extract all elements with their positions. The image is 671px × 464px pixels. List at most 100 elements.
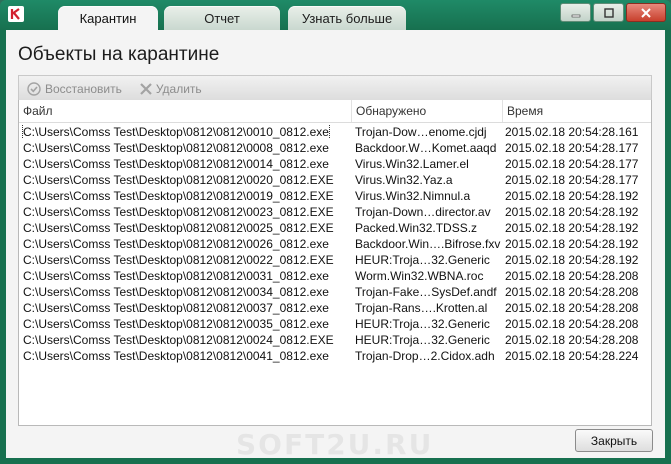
cell-file-path: C:\Users\Comss Test\Desktop\0812\0812\00… — [19, 269, 351, 283]
minimize-button[interactable] — [560, 3, 591, 22]
cell-time-text: 2015.02.18 20:54:28.208 — [505, 285, 639, 299]
table-row[interactable]: C:\Users\Comss Test\Desktop\0812\0812\00… — [19, 236, 651, 252]
tab-learn-more[interactable]: Узнать больше — [288, 6, 406, 30]
cell-detected: HEUR:Troja…32.Generic — [351, 253, 501, 267]
delete-button-label: Удалить — [155, 81, 202, 96]
cell-file-path: C:\Users\Comss Test\Desktop\0812\0812\00… — [19, 205, 351, 219]
table-row[interactable]: C:\Users\Comss Test\Desktop\0812\0812\00… — [19, 268, 651, 284]
column-header-time[interactable]: Время — [503, 100, 649, 122]
cell-file-path: C:\Users\Comss Test\Desktop\0812\0812\00… — [19, 221, 351, 235]
maximize-button[interactable] — [593, 3, 624, 22]
cell-detected: Backdoor.W…Komet.aaqd — [351, 141, 501, 155]
close-icon — [641, 7, 651, 18]
table-row[interactable]: C:\Users\Comss Test\Desktop\0812\0812\00… — [19, 316, 651, 332]
restore-button-label: Восстановить — [45, 81, 122, 96]
tab-quarantine[interactable]: Карантин — [58, 6, 158, 31]
cell-time-text: 2015.02.18 20:54:28.177 — [505, 173, 639, 187]
cell-time: 2015.02.18 20:54:28.192 — [501, 237, 647, 251]
cell-time: 2015.02.18 20:54:28.192 — [501, 253, 647, 267]
cell-detected: Worm.Win32.WBNA.roc — [351, 269, 501, 283]
column-header-detected[interactable]: Обнаружено — [352, 100, 503, 122]
minimize-icon — [571, 14, 580, 17]
cell-file-path: C:\Users\Comss Test\Desktop\0812\0812\00… — [19, 317, 351, 331]
cell-file-path-text: C:\Users\Comss Test\Desktop\0812\0812\00… — [23, 317, 329, 331]
kaspersky-logo-icon — [6, 4, 26, 24]
cell-file-path-text: C:\Users\Comss Test\Desktop\0812\0812\00… — [23, 189, 334, 203]
cell-time-text: 2015.02.18 20:54:28.208 — [505, 317, 639, 331]
table-row[interactable]: C:\Users\Comss Test\Desktop\0812\0812\00… — [19, 300, 651, 316]
window-controls — [560, 3, 666, 22]
cell-file-path: C:\Users\Comss Test\Desktop\0812\0812\00… — [19, 173, 351, 187]
cell-detected: HEUR:Troja…32.Generic — [351, 333, 501, 347]
cell-detected: HEUR:Troja…32.Generic — [351, 317, 501, 331]
cell-file-path-text: C:\Users\Comss Test\Desktop\0812\0812\00… — [23, 141, 329, 155]
cell-file-path-text: C:\Users\Comss Test\Desktop\0812\0812\00… — [23, 253, 334, 267]
cell-file-path-text: C:\Users\Comss Test\Desktop\0812\0812\00… — [23, 301, 329, 315]
cell-file-path: C:\Users\Comss Test\Desktop\0812\0812\00… — [19, 333, 351, 347]
cell-detected: Trojan-Dow…enome.cjdj — [351, 125, 501, 139]
delete-x-icon — [140, 82, 152, 95]
table-row[interactable]: C:\Users\Comss Test\Desktop\0812\0812\00… — [19, 172, 651, 188]
table-row[interactable]: C:\Users\Comss Test\Desktop\0812\0812\00… — [19, 252, 651, 268]
cell-detected-text: Backdoor.Win….Bifrose.fxv — [355, 237, 501, 251]
cell-time-text: 2015.02.18 20:54:28.208 — [505, 301, 639, 315]
cell-detected: Trojan-Rans….Krotten.al — [351, 301, 501, 315]
cell-detected: Virus.Win32.Lamer.el — [351, 157, 501, 171]
cell-detected-text: Virus.Win32.Lamer.el — [355, 157, 469, 171]
cell-time: 2015.02.18 20:54:28.208 — [501, 269, 647, 283]
cell-file-path-text: C:\Users\Comss Test\Desktop\0812\0812\00… — [23, 221, 334, 235]
cell-file-path-text: C:\Users\Comss Test\Desktop\0812\0812\00… — [23, 269, 329, 283]
cell-time: 2015.02.18 20:54:28.192 — [501, 221, 647, 235]
cell-time: 2015.02.18 20:54:28.192 — [501, 205, 647, 219]
close-window-button[interactable] — [626, 3, 666, 22]
table-row[interactable]: C:\Users\Comss Test\Desktop\0812\0812\00… — [19, 156, 651, 172]
cell-time-text: 2015.02.18 20:54:28.208 — [505, 333, 639, 347]
cell-file-path: C:\Users\Comss Test\Desktop\0812\0812\00… — [19, 349, 351, 363]
cell-file-path: C:\Users\Comss Test\Desktop\0812\0812\00… — [19, 301, 351, 315]
cell-file-path: C:\Users\Comss Test\Desktop\0812\0812\00… — [19, 141, 351, 155]
watermark: SOFT2U.RU — [236, 428, 434, 461]
delete-button[interactable]: Удалить — [140, 82, 202, 96]
cell-detected-text: Trojan-Drop…2.Cidox.adh — [355, 349, 495, 363]
cell-detected-text: HEUR:Troja…32.Generic — [355, 317, 490, 331]
tab-learn-more-label: Узнать больше — [301, 10, 393, 26]
table-row[interactable]: C:\Users\Comss Test\Desktop\0812\0812\00… — [19, 284, 651, 300]
table-row[interactable]: C:\Users\Comss Test\Desktop\0812\0812\00… — [19, 188, 651, 204]
cell-detected-text: Trojan-Down…director.av — [355, 205, 491, 219]
table-row[interactable]: C:\Users\Comss Test\Desktop\0812\0812\00… — [19, 348, 651, 364]
column-header-file[interactable]: Файл — [19, 100, 352, 122]
cell-file-path: C:\Users\Comss Test\Desktop\0812\0812\00… — [19, 253, 351, 267]
cell-file-path-text: C:\Users\Comss Test\Desktop\0812\0812\00… — [23, 157, 329, 171]
cell-detected: Trojan-Down…director.av — [351, 205, 501, 219]
table-row[interactable]: C:\Users\Comss Test\Desktop\0812\0812\00… — [19, 204, 651, 220]
cell-file-path-text: C:\Users\Comss Test\Desktop\0812\0812\00… — [22, 125, 330, 139]
cell-time: 2015.02.18 20:54:28.177 — [501, 157, 647, 171]
close-button[interactable]: Закрыть — [575, 429, 653, 452]
cell-file-path: C:\Users\Comss Test\Desktop\0812\0812\00… — [19, 157, 351, 171]
cell-time-text: 2015.02.18 20:54:28.177 — [505, 141, 639, 155]
cell-time: 2015.02.18 20:54:28.208 — [501, 333, 647, 347]
tab-quarantine-label: Карантин — [79, 11, 137, 26]
cell-time-text: 2015.02.18 20:54:28.224 — [505, 349, 639, 363]
cell-time-text: 2015.02.18 20:54:28.208 — [505, 269, 639, 283]
toolbar: Восстановить Удалить — [18, 75, 652, 102]
checkmark-circle-icon — [27, 81, 41, 96]
cell-time-text: 2015.02.18 20:54:28.192 — [505, 205, 639, 219]
table-row[interactable]: C:\Users\Comss Test\Desktop\0812\0812\00… — [19, 220, 651, 236]
table-row[interactable]: C:\Users\Comss Test\Desktop\0812\0812\00… — [19, 140, 651, 156]
cell-detected-text: Backdoor.W…Komet.aaqd — [355, 141, 497, 155]
cell-time-text: 2015.02.18 20:54:28.161 — [505, 125, 639, 139]
quarantine-panel: Объекты на карантине Восстановить Удалит… — [6, 30, 665, 461]
cell-file-path: C:\Users\Comss Test\Desktop\0812\0812\00… — [19, 237, 351, 251]
table-row[interactable]: C:\Users\Comss Test\Desktop\0812\0812\00… — [19, 124, 651, 140]
table-row[interactable]: C:\Users\Comss Test\Desktop\0812\0812\00… — [19, 332, 651, 348]
cell-detected-text: Virus.Win32.Nimnul.a — [355, 189, 471, 203]
cell-file-path: C:\Users\Comss Test\Desktop\0812\0812\00… — [19, 285, 351, 299]
page-title: Объекты на карантине — [18, 44, 220, 65]
cell-time: 2015.02.18 20:54:28.208 — [501, 285, 647, 299]
tab-report[interactable]: Отчет — [164, 6, 280, 30]
cell-file-path: C:\Users\Comss Test\Desktop\0812\0812\00… — [19, 125, 351, 139]
restore-button[interactable]: Восстановить — [27, 82, 122, 96]
cell-file-path-text: C:\Users\Comss Test\Desktop\0812\0812\00… — [23, 173, 334, 187]
cell-time-text: 2015.02.18 20:54:28.192 — [505, 221, 639, 235]
